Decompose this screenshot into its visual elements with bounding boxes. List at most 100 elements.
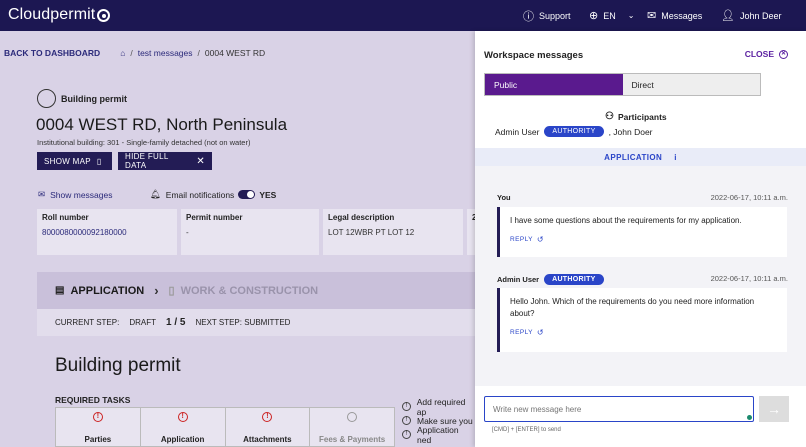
permit-address: 0004 WEST RD, North Peninsula — [36, 115, 288, 134]
task-application[interactable]: ! Application — [139, 407, 225, 447]
reply-button[interactable]: REPLY ↺ — [510, 327, 777, 339]
toggle-state-label: YES — [259, 189, 277, 200]
language-selector[interactable]: ⊕ EN ⌄ — [589, 0, 634, 31]
panel-title: Workspace messages — [484, 50, 584, 61]
info-icon: ! — [402, 430, 411, 439]
workflow-steps: ▤ APPLICATION › ▯ WORK & CONSTRUCTION — [37, 272, 475, 309]
close-label: CLOSE — [744, 49, 774, 59]
message-tabs: Public Direct — [484, 73, 761, 96]
breadcrumb-separator: / — [130, 48, 133, 58]
task-label: Fees & Payments — [318, 435, 386, 444]
info-icon: ! — [402, 416, 411, 425]
reply-button[interactable]: REPLY ↺ — [510, 234, 777, 246]
breadcrumb-current: 0004 WEST RD — [204, 48, 266, 58]
status-dot — [747, 415, 752, 420]
support-label: Support — [539, 10, 571, 21]
message-text: Hello John. Which of the requirements do… — [510, 297, 755, 318]
author-name: You — [497, 193, 511, 202]
alert-icon: ! — [262, 412, 273, 422]
message-time: 2022-06-17, 10:11 a.m. — [710, 274, 788, 283]
hide-full-data-button[interactable]: HIDE FULL DATA ✕ — [118, 152, 212, 170]
participants-list: Admin User AUTHORITY , John Doer — [495, 126, 653, 137]
participant-name: Admin User — [495, 126, 540, 137]
chevron-right-icon: › — [154, 283, 159, 298]
permit-page: BACK TO DASHBOARD ⌂ / test messages / 00… — [0, 31, 475, 447]
info-value: LOT 12WBR PT LOT 12 — [328, 228, 415, 237]
task-label: Attachments — [243, 435, 292, 444]
alert-icon: ! — [92, 412, 103, 422]
back-to-dashboard-link[interactable]: BACK TO DASHBOARD — [4, 48, 100, 58]
task-label: Parties — [84, 435, 112, 444]
home-icon[interactable]: ⌂ — [120, 48, 125, 58]
participants-title: ⚇ Participants — [605, 111, 667, 122]
info-permit-number: Permit number - — [181, 209, 319, 255]
current-step-line: CURRENT STEP: DRAFT 1 / 5 NEXT STEP: SUB… — [37, 309, 475, 336]
workspace-messages-panel: Workspace messages CLOSE ✕ Public Direct… — [475, 31, 806, 447]
send-button[interactable]: → — [759, 396, 789, 422]
message-bubble: Hello John. Which of the requirements do… — [497, 288, 787, 352]
task-parties[interactable]: ! Parties — [55, 407, 140, 447]
task-fees-payments[interactable]: Fees & Payments — [309, 407, 395, 447]
message-time: 2022-06-17, 10:11 a.m. — [710, 193, 788, 202]
show-map-button[interactable]: SHOW MAP ▯ — [37, 152, 112, 170]
close-icon: ✕ — [196, 155, 205, 167]
hide-full-data-label: HIDE FULL DATA — [125, 152, 169, 170]
task-hint: Add required ap — [416, 396, 466, 417]
user-menu[interactable]: 👤︎ John Deer — [721, 0, 782, 31]
message-text: I have some questions about the requirem… — [510, 216, 742, 225]
breadcrumb: BACK TO DASHBOARD ⌂ / test messages / 00… — [4, 48, 265, 58]
map-icon: ▯ — [96, 156, 102, 166]
task-hint: Application ned — [416, 424, 459, 445]
support-link[interactable]: ⓘ Support — [523, 0, 571, 31]
tab-direct[interactable]: Direct — [622, 74, 760, 95]
tab-public[interactable]: Public — [485, 74, 623, 95]
step-work-construction[interactable]: WORK & CONSTRUCTION — [181, 285, 319, 297]
authority-badge: AUTHORITY — [544, 126, 604, 137]
info-label: Roll number — [42, 213, 89, 222]
authority-badge: AUTHORITY — [544, 274, 604, 285]
step-application[interactable]: APPLICATION — [70, 285, 144, 297]
info-value[interactable]: 8000080000092180000 — [42, 228, 172, 237]
circle-icon — [347, 412, 358, 422]
email-notifications-toggle[interactable] — [238, 190, 256, 199]
step-progress: 1 / 5 — [165, 317, 186, 328]
document-icon: ▤ — [55, 285, 65, 296]
building-permit-icon — [37, 89, 56, 108]
current-step-value: DRAFT — [129, 318, 156, 327]
info-icon: i — [674, 152, 677, 162]
task-hints: ! Add required ap ! Make sure you ! Applica… — [402, 397, 475, 445]
breadcrumb-separator: / — [197, 48, 200, 58]
participants-icon: ⚇ — [605, 111, 614, 122]
task-list: ! Parties ! Application ! Attachments Fe… — [55, 407, 395, 447]
info-roll-number: Roll number 8000080000092180000 — [37, 209, 177, 255]
reply-label: REPLY — [510, 329, 533, 336]
permit-type-label: Building permit — [61, 94, 127, 104]
cloudpermit-logo[interactable]: Cloudpermit — [8, 6, 111, 24]
messages-label: Messages — [661, 10, 703, 21]
task-attachments[interactable]: ! Attachments — [224, 407, 310, 447]
breadcrumb-project-link[interactable]: test messages — [138, 48, 193, 58]
info-value: - — [186, 228, 189, 237]
message-author: Admin User AUTHORITY — [497, 274, 609, 285]
message-thread: You 2022-06-17, 10:11 a.m. I have some q… — [475, 166, 806, 386]
new-message-input[interactable] — [484, 396, 754, 422]
chevron-down-icon: ⌄ — [627, 11, 635, 20]
permit-subtitle: Institutional building: 301 - Single-fam… — [37, 138, 251, 147]
show-messages-label: Show messages — [50, 189, 113, 200]
application-filter[interactable]: APPLICATION i — [475, 148, 806, 166]
reply-icon: ↺ — [536, 235, 544, 244]
current-step-label: CURRENT STEP: — [55, 318, 120, 327]
arrow-right-icon: → — [767, 401, 781, 417]
participant-name: , John Doer — [608, 126, 653, 137]
close-panel-button[interactable]: CLOSE ✕ — [745, 49, 788, 59]
info-label: Legal description — [328, 213, 395, 222]
message-composer: [CMD] + [ENTER] to send → — [475, 386, 806, 447]
application-label: APPLICATION — [604, 152, 663, 162]
info-icon: ! — [402, 402, 411, 411]
language-label: EN — [603, 10, 616, 21]
reply-icon: ↺ — [536, 328, 544, 337]
messages-icon: ✉ — [38, 189, 46, 199]
messages-link[interactable]: ✉ Messages — [647, 0, 702, 31]
info-legal-description: Legal description LOT 12WBR PT LOT 12 — [323, 209, 463, 255]
show-messages-link[interactable]: ✉ Show messages — [38, 189, 113, 200]
